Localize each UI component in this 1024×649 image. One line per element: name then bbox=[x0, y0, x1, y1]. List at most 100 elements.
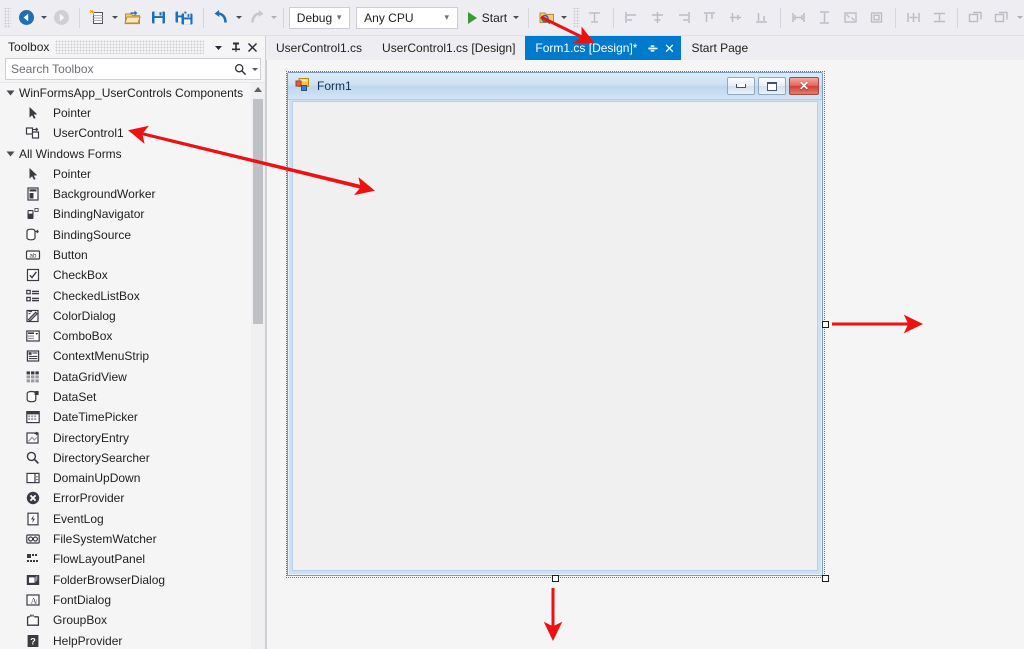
resize-handle-bottom-right[interactable] bbox=[822, 575, 829, 582]
search-input[interactable] bbox=[6, 60, 231, 78]
undo-dropdown[interactable] bbox=[234, 6, 243, 30]
close-icon: ✕ bbox=[798, 79, 810, 93]
toolbox-item[interactable]: BindingSource bbox=[0, 224, 251, 244]
visual-studio-window: Debug ▾ Any CPU ▾ Start Toolbox Search T… bbox=[0, 0, 1024, 649]
resize-handle-right[interactable] bbox=[822, 321, 829, 328]
domainupdown-icon bbox=[22, 470, 44, 486]
navigate-backward-button[interactable] bbox=[13, 5, 39, 31]
save-all-button[interactable] bbox=[172, 5, 198, 31]
toolbox-item-label: Button bbox=[53, 247, 88, 262]
form-designer-surface[interactable]: Form1 ✕ bbox=[266, 60, 1024, 649]
solution-configuration-combo[interactable]: Debug ▾ bbox=[288, 6, 351, 29]
size-to-grid-icon bbox=[864, 5, 890, 31]
toolbox-item[interactable]: ErrorProvider bbox=[0, 488, 251, 508]
toolbox-menu-button[interactable] bbox=[210, 39, 227, 56]
toolbox-item[interactable]: UserControl1 bbox=[0, 123, 251, 143]
toolbox-item[interactable]: FlowLayoutPanel bbox=[0, 549, 251, 569]
toolbox-group-0[interactable]: WinFormsApp_UserControls Components bbox=[0, 83, 251, 103]
document-tab-label: UserControl1.cs bbox=[276, 41, 363, 55]
minimize-button[interactable] bbox=[727, 77, 755, 95]
document-tab[interactable]: UserControl1.cs [Design] bbox=[372, 36, 525, 60]
vertical-spacing-icon bbox=[926, 5, 952, 31]
start-debug-button[interactable]: Start bbox=[464, 6, 523, 30]
pin-icon[interactable] bbox=[645, 43, 659, 54]
toolbox-item[interactable]: EventLog bbox=[0, 509, 251, 529]
toolbox-list: WinFormsApp_UserControls Components Point… bbox=[0, 83, 251, 649]
scroll-up-arrow-icon[interactable] bbox=[251, 83, 265, 96]
toolbox-item[interactable]: ContextMenuStrip bbox=[0, 346, 251, 366]
maximize-button[interactable] bbox=[758, 77, 786, 95]
solution-platform-combo[interactable]: Any CPU ▾ bbox=[356, 6, 458, 29]
toolbox-item[interactable]: DataGridView bbox=[0, 367, 251, 387]
toolbox-item[interactable]: ab Button bbox=[0, 245, 251, 265]
save-button[interactable] bbox=[146, 5, 172, 31]
toolbox-item[interactable]: CheckBox bbox=[0, 265, 251, 285]
close-icon[interactable]: ✕ bbox=[661, 42, 677, 55]
toolbox-item[interactable]: BackgroundWorker bbox=[0, 184, 251, 204]
redo-dropdown[interactable] bbox=[269, 6, 278, 30]
toolbox-item-label: DirectoryEntry bbox=[53, 430, 130, 445]
search-icon[interactable] bbox=[231, 63, 249, 76]
toolbar-grip[interactable] bbox=[4, 7, 12, 28]
toolbox-item-label: Pointer bbox=[53, 166, 92, 181]
navigate-forward-button[interactable] bbox=[48, 5, 74, 31]
close-icon[interactable] bbox=[244, 39, 261, 56]
document-tab-active[interactable]: Form1.cs [Design]* ✕ bbox=[525, 36, 682, 60]
new-project-button[interactable] bbox=[85, 5, 111, 31]
toolbox-item[interactable]: Pointer bbox=[0, 164, 251, 184]
toolbox-header: Toolbox bbox=[0, 36, 265, 58]
toolbox-item-label: GroupBox bbox=[53, 613, 108, 628]
toolbox-item[interactable]: BindingNavigator bbox=[0, 204, 251, 224]
toolbox-item[interactable]: ComboBox bbox=[0, 326, 251, 346]
horizontal-spacing-icon bbox=[900, 5, 926, 31]
undo-button[interactable] bbox=[208, 5, 234, 31]
toolbox-item[interactable]: Pointer bbox=[0, 103, 251, 123]
groupbox-icon bbox=[22, 612, 44, 628]
form-caption-buttons: ✕ bbox=[727, 77, 819, 95]
toolbox-item[interactable]: FileSystemWatcher bbox=[0, 529, 251, 549]
document-tab[interactable]: Start Page bbox=[681, 36, 758, 60]
toolbox-group-1[interactable]: All Windows Forms bbox=[0, 144, 251, 164]
toolbox-item[interactable]: GroupBox bbox=[0, 610, 251, 630]
toolbar-overflow-button-1[interactable] bbox=[560, 6, 569, 30]
toolbar-separator-6 bbox=[779, 7, 781, 28]
document-tab[interactable]: UserControl1.cs bbox=[266, 36, 372, 60]
solution-platform-value: Any CPU bbox=[364, 10, 414, 25]
redo-button[interactable] bbox=[243, 5, 269, 31]
toolbar-separator-2 bbox=[202, 7, 204, 28]
toolbox-item-label: ComboBox bbox=[53, 329, 113, 344]
resize-handle-bottom[interactable] bbox=[552, 575, 559, 582]
close-button[interactable]: ✕ bbox=[789, 77, 819, 95]
navigate-backward-dropdown[interactable] bbox=[39, 6, 48, 30]
form-client-area[interactable] bbox=[292, 101, 818, 571]
expander-triangle-icon[interactable] bbox=[6, 90, 15, 96]
toolbox-item[interactable]: DirectorySearcher bbox=[0, 448, 251, 468]
toolbox-item[interactable]: ColorDialog bbox=[0, 306, 251, 326]
toolbar-grip-2[interactable] bbox=[572, 7, 580, 28]
toolbox-item-label: UserControl1 bbox=[53, 126, 124, 141]
checkbox-icon bbox=[22, 267, 44, 283]
expander-triangle-icon[interactable] bbox=[6, 151, 15, 157]
toolbox-item[interactable]: DateTimePicker bbox=[0, 407, 251, 427]
send-to-back-icon bbox=[989, 5, 1015, 31]
toolbar-separator-4 bbox=[528, 7, 529, 28]
toolbox-scrollbar[interactable] bbox=[251, 83, 265, 649]
toolbox-item[interactable]: ? HelpProvider bbox=[0, 630, 251, 649]
pin-icon[interactable] bbox=[227, 39, 244, 56]
toolbox-item[interactable]: FolderBrowserDialog bbox=[0, 570, 251, 590]
toolbox-item[interactable]: CheckedListBox bbox=[0, 285, 251, 305]
form-preview[interactable]: Form1 ✕ bbox=[287, 72, 823, 576]
scrollbar-thumb[interactable] bbox=[253, 99, 263, 324]
toolbox-item[interactable]: DomainUpDown bbox=[0, 468, 251, 488]
toolbox-item[interactable]: DataSet bbox=[0, 387, 251, 407]
new-project-dropdown[interactable] bbox=[111, 6, 120, 30]
search-toolbox-field[interactable] bbox=[5, 58, 261, 80]
toolbox-item[interactable]: DirectoryEntry bbox=[0, 427, 251, 447]
toolbox-drag-handle[interactable] bbox=[55, 40, 204, 54]
open-file-button[interactable] bbox=[120, 5, 146, 31]
find-in-files-button[interactable] bbox=[534, 5, 560, 31]
toolbar-overflow-button-2[interactable] bbox=[1015, 6, 1024, 30]
start-dropdown[interactable] bbox=[510, 6, 521, 30]
search-options-dropdown[interactable] bbox=[249, 68, 260, 71]
toolbox-item[interactable]: A I FontDialog bbox=[0, 590, 251, 610]
